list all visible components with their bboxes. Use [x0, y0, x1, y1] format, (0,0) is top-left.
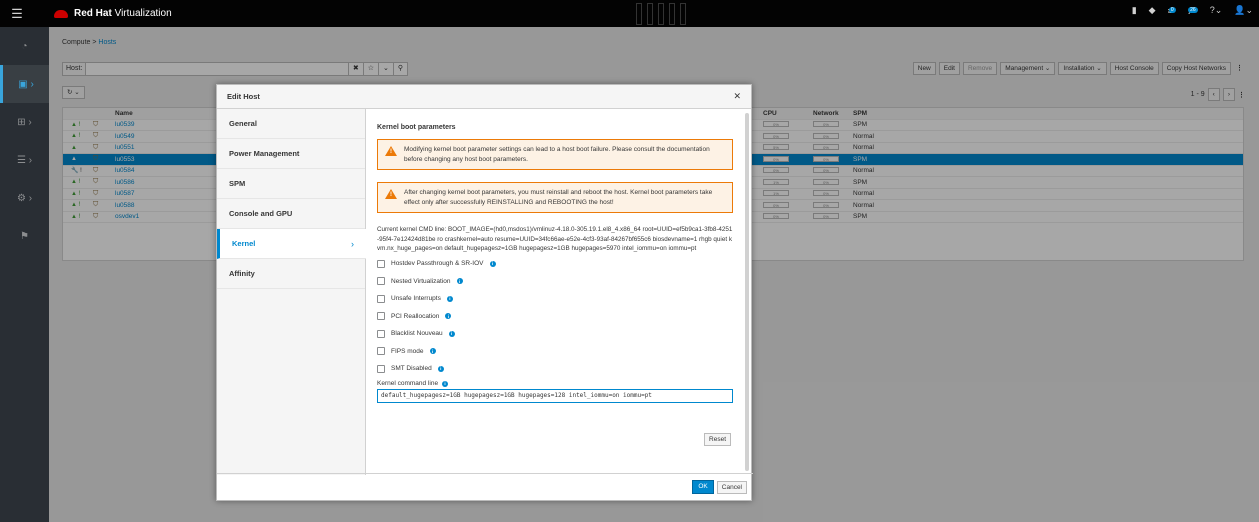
- cancel-button[interactable]: Cancel: [716, 480, 747, 494]
- checkbox-fips-mode[interactable]: FIPS mode i: [377, 344, 737, 359]
- tab-console-and-gpu[interactable]: Console and GPU: [217, 199, 365, 229]
- warning-alert: Modifying kernel boot parameter settings…: [377, 139, 733, 170]
- chevron-right-icon: ›: [351, 238, 354, 249]
- events-icon[interactable]: ⚑: [0, 217, 49, 255]
- tab-spm[interactable]: SPM: [217, 169, 365, 199]
- warning-icon: [385, 146, 397, 158]
- help-icon[interactable]: ?⌄: [1210, 5, 1223, 16]
- red-hat-logo-icon: [54, 9, 68, 18]
- menu-icon[interactable]: ☰: [0, 0, 34, 27]
- checkbox-blacklist-nouveau[interactable]: Blacklist Nouveau i: [377, 327, 737, 342]
- reset-button[interactable]: Reset: [704, 433, 731, 446]
- checkbox-unsafe-interrupts[interactable]: Unsafe Interrupts i: [377, 292, 737, 307]
- user-icon[interactable]: 👤⌄: [1234, 5, 1253, 16]
- tab-kernel[interactable]: Kernel ›: [217, 229, 366, 259]
- left-nav: ◔ ▣ › ⊞ › ☰ › ⚙ › ⚑: [0, 27, 49, 522]
- tab-general[interactable]: General: [217, 109, 365, 139]
- info-icon[interactable]: i: [446, 295, 453, 302]
- checkbox-nested-virtualization[interactable]: Nested Virtualization i: [377, 274, 737, 289]
- kernel-cmdline-label: Kernel command line i: [377, 380, 737, 387]
- dashboard-icon[interactable]: ◔: [0, 27, 49, 65]
- top-bar: ☰ Red Hat Virtualization ▮ ◆ ≡0 ♪26 ?⌄ 👤…: [0, 0, 1259, 27]
- compute-icon[interactable]: ▣ ›: [0, 65, 49, 103]
- info-icon[interactable]: i: [456, 278, 463, 285]
- bookmark-icon[interactable]: ▮: [1132, 5, 1137, 16]
- header-tools: ▮ ◆ ≡0 ♪26 ?⌄ 👤⌄: [1132, 5, 1253, 16]
- section-title: Kernel boot parameters: [377, 124, 456, 131]
- ok-button[interactable]: OK: [692, 480, 714, 494]
- tab-power-management[interactable]: Power Management: [217, 139, 365, 169]
- dialog-scrollbar[interactable]: [745, 113, 749, 471]
- close-icon[interactable]: ✕: [733, 91, 741, 102]
- kernel-cmdline-input[interactable]: default_hugepagesz=1GB hugepagesz=1GB hu…: [377, 389, 733, 403]
- brand-name: Red Hat Virtualization: [74, 8, 172, 19]
- kernel-panel: Kernel boot parameters Modifying kernel …: [367, 109, 747, 475]
- tab-affinity[interactable]: Affinity: [217, 259, 365, 289]
- warning-icon: [385, 189, 397, 201]
- info-icon[interactable]: i: [448, 330, 455, 337]
- brand[interactable]: Red Hat Virtualization: [54, 8, 172, 19]
- dialog-header: Edit Host ✕: [217, 85, 751, 109]
- checkbox-pci-reallocation[interactable]: PCI Reallocation i: [377, 309, 737, 324]
- header-decoration: [636, 3, 756, 25]
- info-icon[interactable]: i: [489, 260, 496, 267]
- info-icon[interactable]: i: [442, 380, 449, 387]
- storage-icon[interactable]: ☰ ›: [0, 141, 49, 179]
- reinstall-alert: After changing kernel boot parameters, y…: [377, 182, 733, 213]
- bell-icon[interactable]: ♪26: [1188, 6, 1198, 16]
- checkbox-smt-disabled[interactable]: SMT Disabled i: [377, 362, 737, 377]
- admin-icon[interactable]: ⚙ ›: [0, 179, 49, 217]
- info-icon[interactable]: i: [429, 348, 436, 355]
- current-kernel-cmdline: Current kernel CMD line: BOOT_IMAGE=(hd0…: [377, 226, 733, 252]
- edit-host-dialog: Edit Host ✕ General Power Management SPM…: [216, 84, 753, 501]
- checkbox-hostdev-passthrough[interactable]: Hostdev Passthrough & SR-IOV i: [377, 257, 737, 272]
- dialog-title: Edit Host: [227, 92, 260, 101]
- info-icon[interactable]: i: [445, 313, 452, 320]
- info-icon[interactable]: i: [437, 365, 444, 372]
- tag-icon[interactable]: ◆: [1149, 5, 1156, 16]
- dialog-footer: OK Cancel: [217, 473, 753, 500]
- network-icon[interactable]: ⊞ ›: [0, 103, 49, 141]
- dialog-tabs: General Power Management SPM Console and…: [217, 109, 366, 475]
- tasks-icon[interactable]: ≡0: [1168, 6, 1176, 16]
